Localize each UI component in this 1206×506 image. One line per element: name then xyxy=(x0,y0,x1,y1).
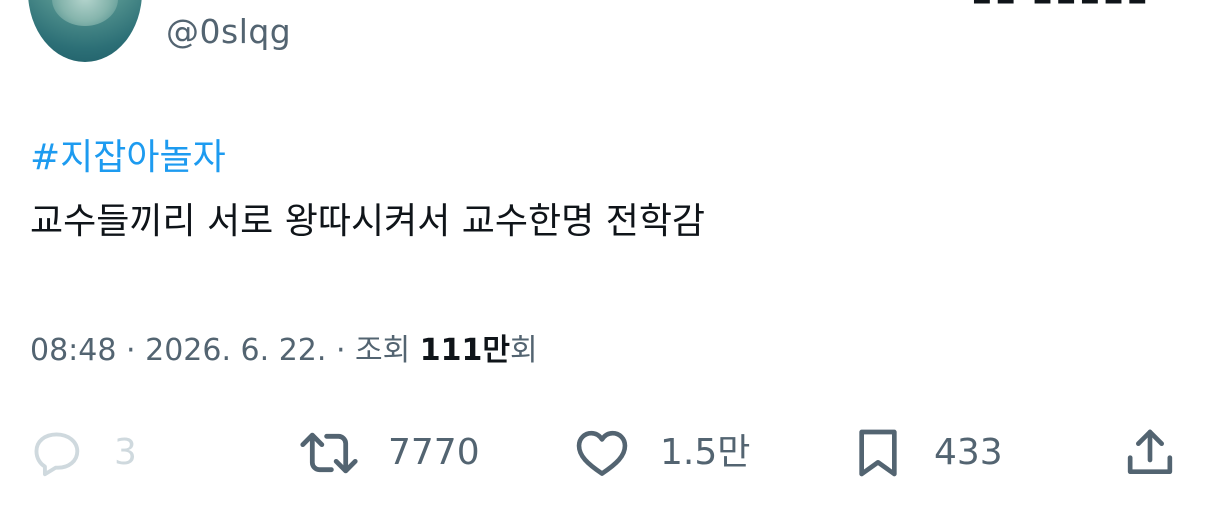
views-label: 조회 xyxy=(355,333,411,368)
avatar-image-detail xyxy=(52,0,118,26)
reply-icon xyxy=(28,424,86,482)
share-button[interactable] xyxy=(1122,418,1178,488)
meta-separator: · xyxy=(335,333,346,368)
share-icon xyxy=(1122,424,1178,482)
retweet-button[interactable]: 7770 xyxy=(298,418,480,488)
like-button[interactable]: 1.5만 xyxy=(572,418,750,488)
reply-button[interactable]: 3 xyxy=(28,418,137,488)
tweet-meta: 08:48 · 2026. 6. 22. · 조회 111만회 xyxy=(30,328,538,374)
hashtag-link[interactable]: #지잡아놀자 xyxy=(30,132,226,184)
cut-off-header-text: ▪▪ ▪▪▪▪▪ xyxy=(971,0,1150,9)
tweet-actions-bar: 3 7770 1.5만 433 xyxy=(0,418,1206,488)
like-count: 1.5만 xyxy=(660,432,751,473)
meta-separator: · xyxy=(126,333,136,368)
retweet-icon xyxy=(298,424,360,482)
views-suffix: 회 xyxy=(510,333,538,368)
tweet-time[interactable]: 08:48 xyxy=(30,333,116,368)
tweet-date[interactable]: 2026. 6. 22. xyxy=(145,333,326,368)
heart-icon xyxy=(572,424,632,482)
bookmark-button[interactable]: 433 xyxy=(850,418,1003,488)
bookmark-count: 433 xyxy=(934,432,1003,473)
avatar[interactable] xyxy=(28,0,142,62)
views-count: 111만 xyxy=(419,333,511,368)
bookmark-icon xyxy=(850,423,906,483)
reply-count: 3 xyxy=(114,432,137,473)
retweet-count: 7770 xyxy=(388,432,480,473)
author-handle[interactable]: @0slqg xyxy=(166,10,291,54)
tweet-text: 교수들끼리 서로 왕따시켜서 교수한명 전학감 xyxy=(30,201,706,242)
